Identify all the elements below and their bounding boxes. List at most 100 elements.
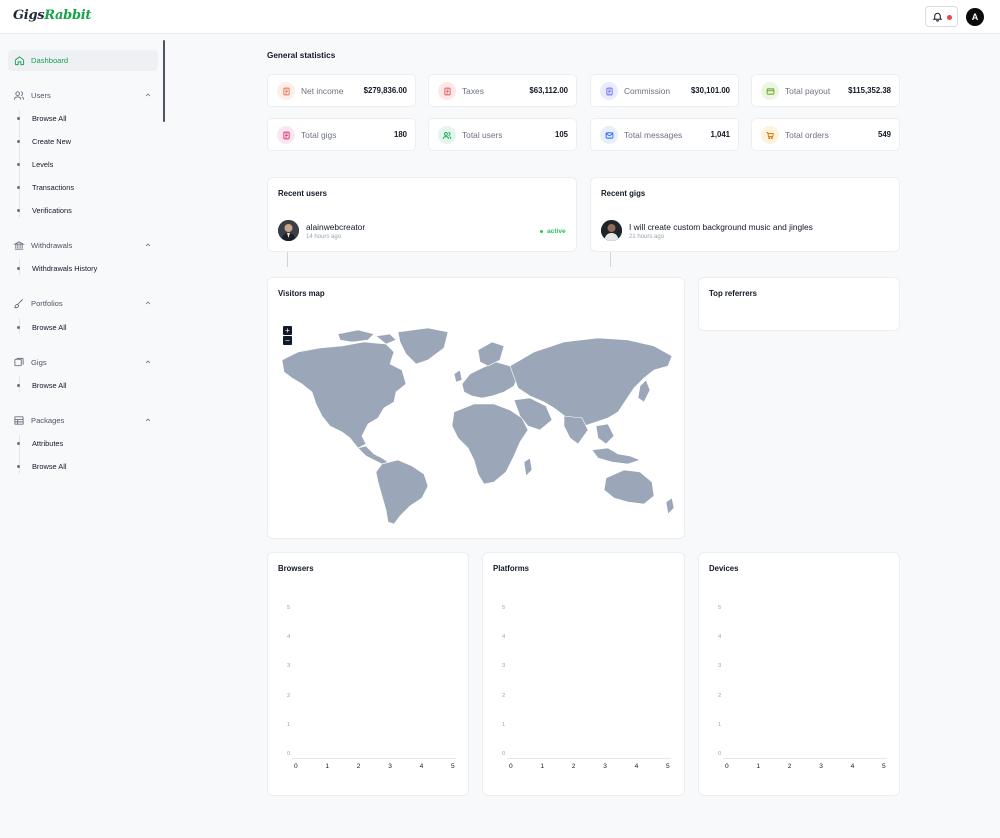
x-axis-line <box>507 758 671 759</box>
table-icon <box>13 415 25 427</box>
timeline-line <box>610 252 611 267</box>
visitors-map-title: Visitors map <box>278 289 325 298</box>
brush-icon <box>13 298 25 310</box>
x-tick-label: 5 <box>882 763 886 770</box>
y-tick-label: 4 <box>718 634 722 641</box>
y-tick-label: 5 <box>287 605 291 611</box>
sidebar-sub-withdrawals-history[interactable]: Withdrawals History <box>16 261 158 275</box>
users-icon <box>13 90 25 102</box>
x-tick-label: 3 <box>388 763 392 770</box>
receipt-icon <box>438 82 456 100</box>
stat-card-total-users[interactable]: Total users 105 <box>428 118 577 151</box>
sidebar-item-gigs[interactable]: Gigs <box>8 352 158 373</box>
world-map[interactable] <box>278 326 678 526</box>
home-icon <box>13 55 25 67</box>
user-avatar[interactable]: A <box>966 8 984 26</box>
sidebar-sub-packages-attributes[interactable]: Attributes <box>16 436 158 450</box>
devices-title: Devices <box>709 564 739 573</box>
stats-title: General statistics <box>267 51 336 60</box>
chevron-up-icon <box>145 418 151 422</box>
canada-islands <box>375 333 397 345</box>
y-tick-label: 2 <box>287 692 291 699</box>
south-america <box>375 459 429 525</box>
x-tick-label: 0 <box>725 763 729 770</box>
timeline-line <box>287 252 288 267</box>
notifications-button[interactable] <box>925 6 958 27</box>
y-tick-label: 3 <box>287 663 291 670</box>
visitors-map-panel: Visitors map + − <box>267 277 685 539</box>
sidebar-sub-portfolios-browse[interactable]: Browse All <box>16 320 158 334</box>
avatar[interactable] <box>278 220 299 241</box>
receipt-icon <box>277 82 295 100</box>
stat-card-taxes[interactable]: Taxes $63,112.00 <box>428 74 577 107</box>
receipt-icon <box>277 126 295 144</box>
stat-card-commission[interactable]: Commission $30,101.00 <box>590 74 739 107</box>
japan <box>637 379 651 403</box>
stat-card-total-orders[interactable]: Total orders 549 <box>751 118 900 151</box>
central-america <box>357 445 389 465</box>
recent-user-time: 14 hours ago <box>306 234 342 240</box>
sidebar-sub-users-transactions[interactable]: Transactions <box>16 180 158 194</box>
top-bar: GigsRabbit A <box>0 0 1000 34</box>
x-tick-label: 3 <box>603 763 607 770</box>
greenland <box>397 327 449 365</box>
sidebar-sub-packages-browse[interactable]: Browse All <box>16 459 158 473</box>
platforms-panel: Platforms 5 4 3 2 1 00 1 2 3 4 5 <box>482 552 685 796</box>
stat-card-total-gigs[interactable]: Total gigs 180 <box>267 118 416 151</box>
y-tick-label: 0 <box>502 751 506 757</box>
x-tick-label: 2 <box>571 763 576 770</box>
notification-dot <box>947 15 952 20</box>
x-axis-line <box>292 758 456 759</box>
recent-users-title: Recent users <box>278 189 327 198</box>
new-zealand <box>665 497 675 515</box>
recent-gigs-title: Recent gigs <box>601 189 646 198</box>
recent-users-panel: Recent users alainwebcreator 14 hours ag… <box>267 177 577 252</box>
sidebar-sub-users-browse[interactable]: Browse All <box>16 111 158 125</box>
recent-gig-title[interactable]: I will create custom background music an… <box>629 222 813 232</box>
avatar[interactable] <box>601 220 622 241</box>
sidebar-sub-gigs-browse[interactable]: Browse All <box>16 378 158 392</box>
x-tick-label: 2 <box>356 763 361 770</box>
sidebar-item-packages[interactable]: Packages <box>8 410 158 431</box>
y-tick-label: 0 <box>287 751 291 757</box>
x-tick-label: 4 <box>419 763 424 770</box>
southeast-asia <box>595 423 615 445</box>
sidebar-item-withdrawals[interactable]: Withdrawals <box>8 235 158 256</box>
stat-card-total-messages[interactable]: Total messages 1,041 <box>590 118 739 151</box>
x-tick-label: 1 <box>325 763 330 770</box>
x-axis-line <box>723 758 887 759</box>
y-tick-label: 5 <box>718 605 722 611</box>
sidebar-sub-users-create[interactable]: Create New <box>16 134 158 148</box>
europe <box>461 361 519 399</box>
devices-panel: Devices 5 4 3 2 1 00 1 2 3 4 5 <box>698 552 900 796</box>
indonesia <box>591 447 641 465</box>
recent-user-name[interactable]: alainwebcreator <box>306 222 365 232</box>
receipt-icon <box>600 82 618 100</box>
sidebar-scrollbar[interactable] <box>163 40 165 122</box>
australia <box>603 469 655 505</box>
y-tick-label: 3 <box>718 663 722 670</box>
y-tick-label: 0 <box>718 751 722 757</box>
stat-card-net-income[interactable]: Net income $279,836.00 <box>267 74 416 107</box>
top-referrers-title: Top referrers <box>709 289 757 298</box>
stat-card-total-payout[interactable]: Total payout $115,352.38 <box>751 74 900 107</box>
bank-icon <box>13 240 25 252</box>
app-logo[interactable]: GigsRabbit <box>13 8 91 23</box>
madagascar <box>523 457 533 477</box>
sidebar-item-dashboard[interactable]: Dashboard <box>8 50 158 71</box>
bell-icon <box>932 12 943 22</box>
status-badge: active <box>540 228 566 235</box>
mail-icon <box>600 126 618 144</box>
sidebar-item-users[interactable]: Users <box>8 85 158 106</box>
x-tick-label: 5 <box>666 763 670 770</box>
sidebar-item-portfolios[interactable]: Portfolios <box>8 293 158 314</box>
sidebar: Dashboard Users Browse All Create New Le… <box>0 34 166 838</box>
x-tick-label: 4 <box>850 763 855 770</box>
layers-icon <box>13 357 25 369</box>
recent-gigs-panel: Recent gigs I will create custom backgro… <box>590 177 900 252</box>
x-tick-label: 5 <box>451 763 455 770</box>
sidebar-sub-users-verifications[interactable]: Verifications <box>16 203 158 217</box>
y-tick-label: 1 <box>502 721 506 728</box>
y-tick-label: 3 <box>502 663 506 670</box>
sidebar-sub-users-levels[interactable]: Levels <box>16 157 158 171</box>
